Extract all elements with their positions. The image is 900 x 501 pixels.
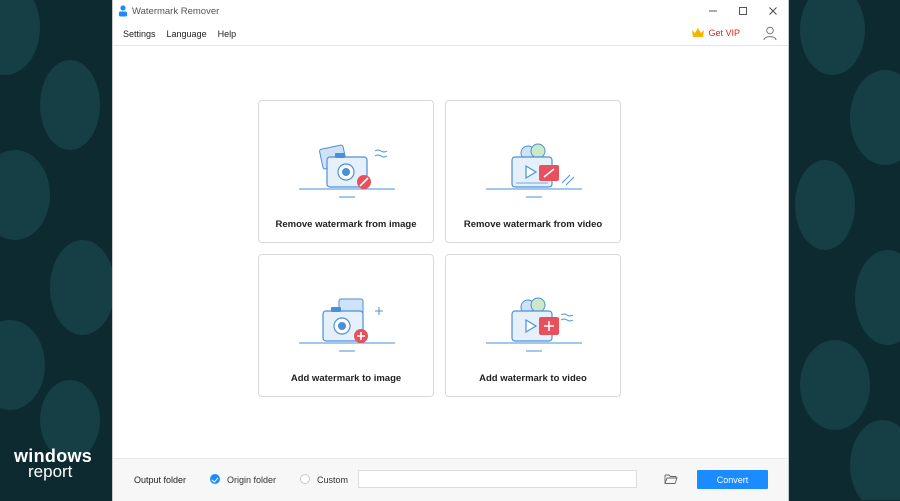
get-vip-label: Get VIP	[708, 27, 740, 38]
minimize-button[interactable]	[698, 0, 728, 22]
app-window: Watermark Remover Settings Language Help…	[113, 0, 788, 501]
close-icon	[769, 7, 777, 15]
output-bar: Output folder Origin folder Custom Conve…	[113, 458, 788, 501]
logo-line-2: report	[28, 462, 73, 481]
custom-folder-label[interactable]: Custom	[317, 475, 348, 485]
menu-language[interactable]: Language	[167, 29, 207, 39]
remove-image-icon	[299, 144, 395, 198]
get-vip-button[interactable]: Get VIP	[691, 27, 740, 38]
windows-report-logo: windows report	[14, 447, 92, 481]
output-folder-label: Output folder	[134, 475, 187, 485]
title-bar[interactable]: Watermark Remover	[113, 0, 788, 22]
menu-bar: Settings Language Help	[113, 23, 788, 46]
window-title: Watermark Remover	[132, 5, 220, 17]
crown-icon	[692, 28, 705, 37]
origin-folder-label[interactable]: Origin folder	[227, 475, 276, 485]
card-label: Add watermark to video	[479, 373, 587, 384]
close-button[interactable]	[758, 0, 788, 22]
card-label: Remove watermark from video	[463, 219, 603, 230]
output-path-input[interactable]	[358, 470, 637, 488]
card-label: Add watermark to image	[290, 373, 402, 384]
remove-watermark-image-card[interactable]: Remove watermark from image	[258, 100, 434, 243]
add-watermark-image-card[interactable]: Add watermark to image	[258, 254, 434, 397]
origin-folder-radio[interactable]	[210, 474, 220, 484]
user-account-icon[interactable]	[762, 25, 778, 41]
remove-watermark-video-card[interactable]: Remove watermark from video	[445, 100, 621, 243]
remove-video-icon	[486, 143, 582, 198]
maximize-icon	[739, 7, 747, 15]
convert-button[interactable]: Convert	[697, 470, 768, 489]
add-image-icon	[299, 298, 395, 352]
add-video-icon	[486, 297, 582, 352]
app-logo-icon	[119, 5, 127, 17]
open-folder-icon[interactable]	[664, 473, 678, 485]
menu-help[interactable]: Help	[218, 29, 237, 39]
add-watermark-video-card[interactable]: Add watermark to video	[445, 254, 621, 397]
maximize-button[interactable]	[728, 0, 758, 22]
custom-folder-radio[interactable]	[300, 474, 310, 484]
minimize-icon	[709, 10, 717, 12]
card-label: Remove watermark from image	[275, 219, 417, 230]
menu-settings[interactable]: Settings	[123, 29, 156, 39]
window-controls	[698, 0, 788, 22]
